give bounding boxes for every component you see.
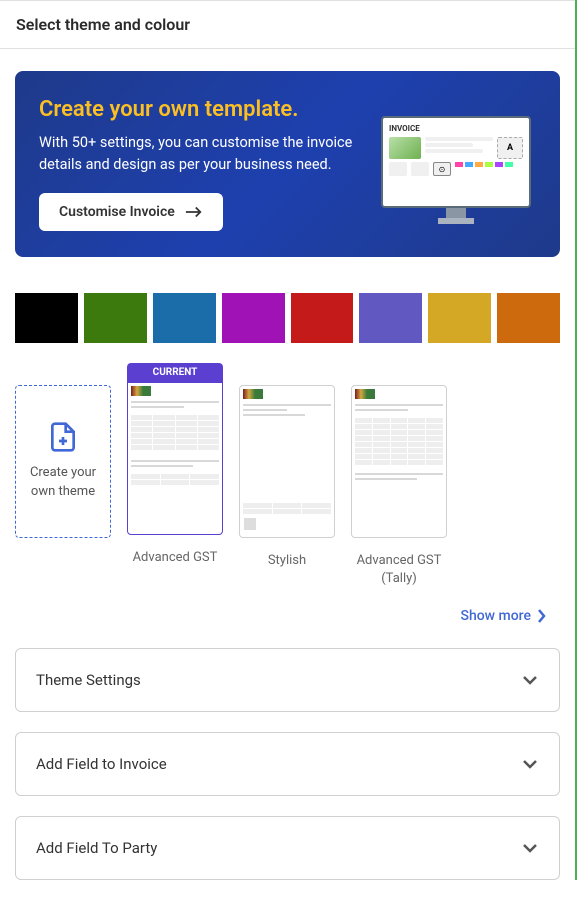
promo-banner: Create your own template. With 50+ setti… — [15, 71, 560, 257]
banner-content: Create your own template. With 50+ setti… — [39, 97, 364, 231]
accordion-title: Theme Settings — [36, 671, 141, 689]
arrow-right-icon — [185, 205, 203, 219]
show-more-link[interactable]: Show more — [0, 608, 547, 624]
theme-grid: Create your own theme CURRENT Advanced G… — [15, 363, 560, 588]
color-swatch-indigo[interactable] — [359, 293, 422, 343]
chevron-down-icon — [521, 671, 539, 689]
chevron-right-icon — [537, 609, 547, 623]
graphic-title: INVOICE — [389, 124, 523, 133]
banner-title: Create your own template. — [39, 97, 364, 122]
accordion-list: Theme Settings Add Field to Invoice Add … — [15, 648, 560, 880]
page-title: Select theme and colour — [16, 15, 559, 34]
current-tag: CURRENT — [127, 363, 223, 382]
create-theme-label: Create your own theme — [28, 463, 98, 502]
banner-description: With 50+ settings, you can customise the… — [39, 132, 364, 177]
show-more-label: Show more — [460, 608, 531, 624]
theme-card-stylish[interactable]: Stylish — [239, 385, 335, 588]
chevron-down-icon — [521, 839, 539, 857]
color-swatch-orange[interactable] — [497, 293, 560, 343]
customise-invoice-button[interactable]: Customise Invoice — [39, 193, 223, 231]
banner-graphic: INVOICE A ⊙ — [376, 97, 536, 227]
theme-card-advanced-gst[interactable]: CURRENT Advanced GST — [127, 363, 223, 588]
color-swatch-blue[interactable] — [153, 293, 216, 343]
create-theme-card[interactable]: Create your own theme — [15, 385, 111, 588]
color-swatch-black[interactable] — [15, 293, 78, 343]
color-swatch-gold[interactable] — [428, 293, 491, 343]
accordion-add-field-invoice[interactable]: Add Field to Invoice — [15, 732, 560, 796]
theme-label: Advanced GST — [133, 549, 218, 567]
color-palette — [15, 293, 560, 343]
accordion-theme-settings[interactable]: Theme Settings — [15, 648, 560, 712]
accordion-title: Add Field To Party — [36, 839, 157, 857]
theme-card-tally[interactable]: Advanced GST (Tally) — [351, 385, 447, 588]
color-swatch-red[interactable] — [291, 293, 354, 343]
color-swatch-green[interactable] — [84, 293, 147, 343]
color-swatch-purple[interactable] — [222, 293, 285, 343]
accordion-add-field-party[interactable]: Add Field To Party — [15, 816, 560, 880]
file-plus-icon — [47, 421, 79, 453]
theme-label: Stylish — [268, 552, 306, 570]
theme-label: Advanced GST (Tally) — [351, 552, 447, 588]
chevron-down-icon — [521, 755, 539, 773]
accordion-title: Add Field to Invoice — [36, 755, 167, 773]
button-label: Customise Invoice — [59, 204, 175, 220]
section-header: Select theme and colour — [0, 0, 575, 49]
